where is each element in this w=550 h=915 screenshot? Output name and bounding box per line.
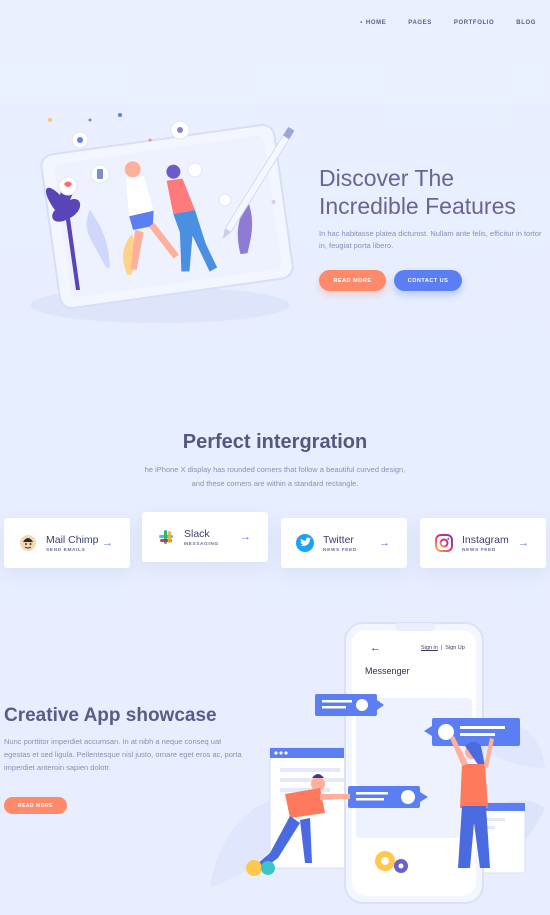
phone-auth-separator: | xyxy=(440,645,443,651)
hero-buttons: READ MORE CONTACT US xyxy=(319,270,544,291)
card-twitter[interactable]: Twitter NEWS FEED → xyxy=(281,518,407,568)
card-instagram[interactable]: Instagram NEWS FEED → xyxy=(420,518,546,568)
read-more-button[interactable]: READ MORE xyxy=(319,270,386,291)
top-nav: HOME PAGES PORTFOLIO BLOG xyxy=(360,20,536,26)
hero-title-line2: Incredible Features xyxy=(319,193,516,219)
arrow-right-icon: → xyxy=(518,537,529,549)
nav-pages[interactable]: PAGES xyxy=(408,20,432,26)
phone-back-icon[interactable]: ← xyxy=(370,642,381,654)
card-name: Instagram xyxy=(462,533,509,546)
phone-auth-links: Sign in | Sign Up xyxy=(421,645,465,651)
page: HOME PAGES PORTFOLIO BLOG xyxy=(0,0,550,915)
integration-title: Perfect intergration xyxy=(182,431,368,453)
nav-portfolio[interactable]: PORTFOLIO xyxy=(454,20,494,26)
card-subtitle: SEND EMAILS xyxy=(46,547,86,553)
nav-blog[interactable]: BLOG xyxy=(516,20,536,26)
slack-icon xyxy=(156,527,176,547)
card-name: Mail Chimp xyxy=(46,533,99,546)
arrow-right-icon: → xyxy=(379,537,390,549)
mailchimp-icon xyxy=(18,533,38,553)
hero-description: In hac habitasse platea dictumst. Nullam… xyxy=(319,229,542,250)
showcase-read-more-button[interactable]: READ MORE xyxy=(4,797,67,814)
integration-description: he iPhone X display has rounded corners … xyxy=(0,463,550,491)
card-slack[interactable]: Slack MESSAGING → xyxy=(142,512,268,562)
phone-screen-title: Messenger xyxy=(365,666,410,676)
hero-title: Discover The Incredible Features xyxy=(319,164,544,220)
integration-description-line1: he iPhone X display has rounded corners … xyxy=(144,465,406,474)
hero-tablet-illustration xyxy=(30,113,295,323)
card-subtitle: NEWS FEED xyxy=(323,547,357,553)
arrow-right-icon: → xyxy=(102,537,113,549)
card-subtitle: NEWS FEED xyxy=(462,547,496,553)
card-name: Twitter xyxy=(323,533,354,546)
nav-home[interactable]: HOME xyxy=(360,20,386,26)
instagram-icon xyxy=(434,533,454,553)
phone-sign-in-link[interactable]: Sign in xyxy=(421,645,438,651)
card-mail-chimp[interactable]: Mail Chimp SEND EMAILS → xyxy=(4,518,130,568)
phone-sign-up-link[interactable]: Sign Up xyxy=(445,645,465,651)
card-subtitle: MESSAGING xyxy=(184,541,219,547)
card-name: Slack xyxy=(184,527,210,540)
contact-us-button[interactable]: CONTACT US xyxy=(394,270,462,291)
hero-text-block: Discover The Incredible Features In hac … xyxy=(319,164,544,291)
integration-cards: Mail Chimp SEND EMAILS → Slack MESSAGING… xyxy=(0,512,550,572)
twitter-icon xyxy=(295,533,315,553)
showcase-phone-illustration xyxy=(210,622,545,904)
hero-title-line1: Discover The xyxy=(319,165,455,191)
arrow-right-icon: → xyxy=(240,531,251,543)
integration-description-line2: and these corners are within a standard … xyxy=(191,479,359,488)
